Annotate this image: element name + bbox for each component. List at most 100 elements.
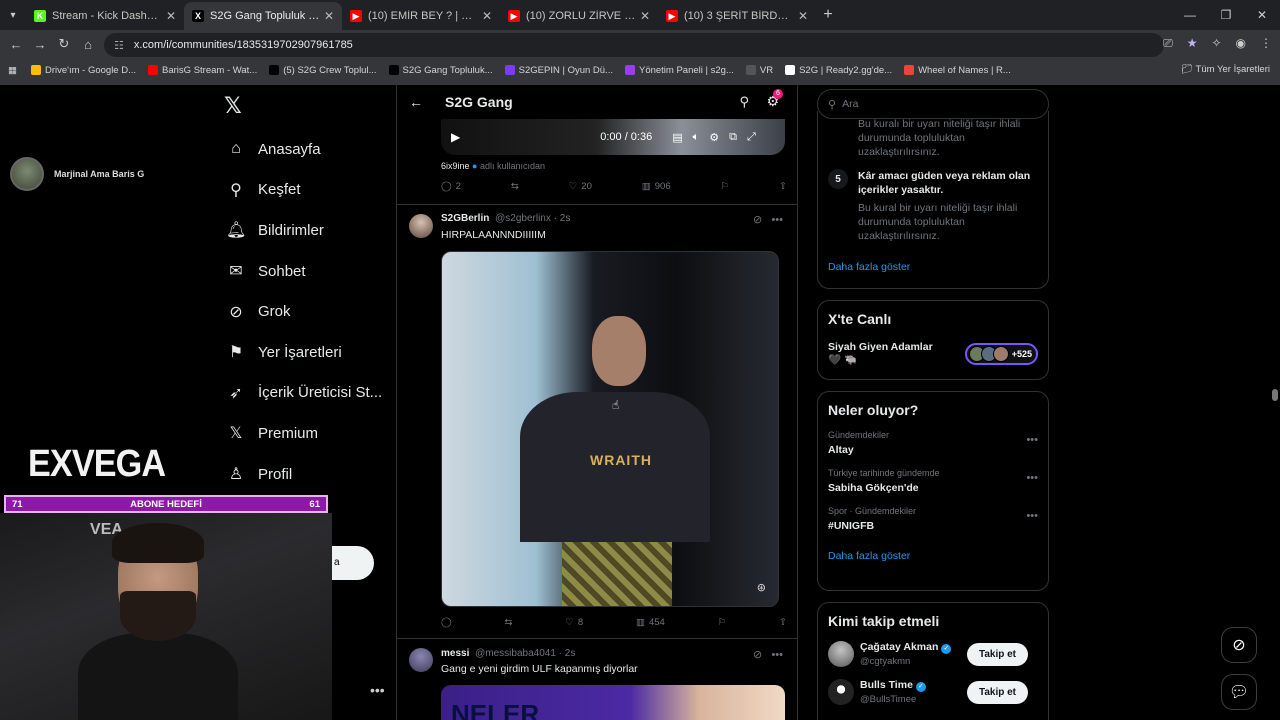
avatar[interactable] — [409, 214, 433, 238]
post-image[interactable]: NELER — [441, 685, 785, 720]
sidebar-item-bookmarks[interactable]: ⚑ Yer İşaretleri — [226, 332, 382, 373]
play-icon[interactable]: ▶ — [451, 130, 460, 144]
bookmark-item[interactable]: VR — [745, 65, 773, 76]
post-button[interactable]: a — [332, 546, 374, 580]
bookmark-item[interactable]: Drive'ım - Google D... — [30, 65, 136, 76]
cast-icon[interactable]: ⎚ — [1163, 36, 1173, 51]
grok-fab-icon[interactable]: ⊘ — [1221, 627, 1257, 663]
more-icon[interactable]: ••• — [1026, 510, 1038, 522]
volume-icon[interactable]: 🔈︎ — [693, 131, 700, 144]
share-button[interactable]: ⇧ — [779, 617, 787, 628]
author-handle[interactable]: @s2gberlinx — [495, 213, 551, 224]
sidebar-item-creator-studio[interactable]: ➶ İçerik Üreticisi St... — [226, 373, 382, 414]
follow-button[interactable]: Takip et — [966, 681, 1028, 704]
bookmark-item[interactable]: (5) S2G Crew Toplul... — [269, 65, 377, 76]
apps-icon[interactable]: ▦ — [8, 65, 17, 76]
all-bookmarks[interactable]: 📁︎ Tüm Yer İşaretleri — [1181, 64, 1270, 75]
sidebar-item-premium[interactable]: 𝕏 Premium — [226, 413, 382, 454]
trend-item[interactable]: Türkiye tarihinde gündemde Sabiha Gökçen'… — [828, 468, 1038, 494]
home-button[interactable]: ⌂ — [76, 37, 100, 52]
grok-icon[interactable]: ⊘ — [753, 214, 762, 226]
reload-button[interactable]: ↻ — [52, 36, 76, 52]
back-button[interactable]: ← — [4, 37, 28, 52]
bookmark-item[interactable]: Wheel of Names | R... — [904, 65, 1011, 76]
reply-button[interactable]: ◯ 2 — [441, 181, 461, 192]
close-tab-icon[interactable]: ✕ — [324, 9, 334, 23]
post-time[interactable]: 2s — [560, 213, 571, 224]
close-tab-icon[interactable]: ✕ — [798, 9, 808, 23]
tab-search-button[interactable]: ▾ — [0, 2, 26, 28]
follow-suggestion[interactable]: Bulls Time ✓ @BullsTimee Takip et — [828, 679, 1038, 705]
source-user[interactable]: 6ix9ine — [441, 161, 470, 171]
grok-icon[interactable]: ⊘ — [753, 649, 762, 661]
more-icon[interactable]: ••• — [1026, 434, 1038, 446]
more-icon[interactable]: ••• — [771, 649, 783, 661]
more-icon[interactable]: ••• — [1026, 472, 1038, 484]
close-tab-icon[interactable]: ✕ — [166, 9, 176, 23]
share-button[interactable]: ⇧ — [779, 181, 787, 192]
author-handle[interactable]: @messibaba4041 — [475, 648, 556, 659]
browser-tab[interactable]: K Stream - Kick Dashboard ✕ — [26, 2, 184, 30]
account-more-icon[interactable]: ••• — [370, 682, 385, 698]
repost-button[interactable]: ⇆ — [511, 181, 519, 192]
settings-icon[interactable]: ⚙ — [709, 131, 719, 144]
sidebar-item-notifications[interactable]: 🔔︎ Bildirimler — [226, 210, 382, 251]
post-image[interactable]: WRAITH ⊛ — [441, 251, 779, 607]
scrollbar[interactable] — [1272, 389, 1278, 401]
views-button[interactable]: ▥ 906 — [642, 181, 671, 192]
bookmark-item[interactable]: BarisG Stream - Wat... — [148, 65, 257, 76]
more-icon[interactable]: ••• — [771, 214, 783, 226]
bookmark-item[interactable]: S2GEPIN | Oyun Dü... — [504, 65, 613, 76]
like-button[interactable]: ♡ 20 — [569, 181, 592, 192]
views-button[interactable]: ▥ 454 — [636, 617, 665, 628]
video-player[interactable]: ▶ 0:00 / 0:36 ▤ 🔈︎ ⚙ ⧉ ⤢ — [441, 119, 785, 155]
reply-button[interactable]: ◯ — [441, 617, 452, 628]
close-tab-icon[interactable]: ✕ — [482, 9, 492, 23]
back-arrow-icon[interactable]: ← — [409, 94, 423, 110]
minimize-button[interactable]: — — [1172, 0, 1208, 30]
repost-button[interactable]: ⇆ — [504, 617, 512, 628]
grok-image-icon[interactable]: ⊛ — [757, 581, 766, 594]
live-space[interactable]: Siyah Giyen Adamlar 🖤 🐃 +525 — [828, 341, 1038, 366]
star-icon[interactable]: ★ — [1187, 36, 1198, 51]
pip-icon[interactable]: ⧉ — [729, 131, 737, 144]
sidebar-item-chat[interactable]: ✉ Sohbet — [226, 251, 382, 292]
author-name[interactable]: S2GBerlin — [441, 213, 489, 224]
author-name[interactable]: messi — [441, 648, 469, 659]
browser-tab[interactable]: ▶ (10) ZORLU ZİRVE MAÇLARI! H ✕ — [500, 2, 658, 30]
show-more-link[interactable]: Daha fazla göster — [828, 550, 1038, 562]
captions-icon[interactable]: ▤ — [672, 131, 682, 144]
avatar[interactable] — [828, 679, 854, 705]
sidebar-item-grok[interactable]: ⊘ Grok — [226, 291, 382, 332]
extensions-icon[interactable]: ✧ — [1211, 36, 1221, 51]
bookmark-item[interactable]: S2G Gang Topluluk... — [388, 65, 493, 76]
fullscreen-icon[interactable]: ⤢ — [747, 131, 756, 144]
post-time[interactable]: 2s — [565, 648, 576, 659]
sidebar-item-home[interactable]: ⌂ Anasayfa — [226, 129, 382, 170]
search-icon[interactable]: ⚲ — [739, 94, 749, 110]
profile-avatar[interactable]: ◉ — [1236, 36, 1246, 51]
maximize-button[interactable]: ❐ — [1208, 0, 1244, 30]
bookmark-item[interactable]: Yönetim Paneli | s2g... — [624, 65, 734, 76]
forward-button[interactable]: → — [28, 37, 52, 52]
bookmark-item[interactable]: S2G | Ready2.gg'de... — [785, 65, 892, 76]
show-more-link[interactable]: Daha fazla göster — [828, 261, 1038, 273]
bookmark-button[interactable]: ⚐ — [718, 617, 727, 628]
x-logo-icon[interactable]: 𝕏 — [224, 93, 242, 119]
close-window-button[interactable]: ✕ — [1244, 0, 1280, 30]
site-info-icon[interactable]: ☷ — [114, 39, 124, 52]
trend-item[interactable]: Spor · Gündemdekiler #UNIGFB ••• — [828, 506, 1038, 532]
sidebar-item-profile[interactable]: ♙ Profil — [226, 454, 382, 495]
address-bar[interactable]: ☷ x.com/i/communities/183531970290796178… — [104, 33, 1164, 57]
trend-item[interactable]: Gündemdekiler Altay ••• — [828, 430, 1038, 456]
browser-tab[interactable]: ▶ (10) EMİR BEY ? | Madara Oldu ✕ — [342, 2, 500, 30]
follow-suggestion[interactable]: Çağatay Akman ✓ @cgtyakmn Takip et — [828, 641, 1038, 667]
follow-button[interactable]: Takip et — [966, 643, 1028, 666]
bookmark-button[interactable]: ⚐ — [721, 181, 730, 192]
browser-tab[interactable]: X S2G Gang Topluluk / X ✕ — [184, 2, 342, 30]
sidebar-item-explore[interactable]: ⚲ Keşfet — [226, 170, 382, 211]
close-tab-icon[interactable]: ✕ — [640, 9, 650, 23]
like-button[interactable]: ♡ 8 — [565, 617, 583, 628]
messages-fab-icon[interactable]: 💬︎ — [1221, 674, 1257, 710]
avatar[interactable] — [828, 641, 854, 667]
